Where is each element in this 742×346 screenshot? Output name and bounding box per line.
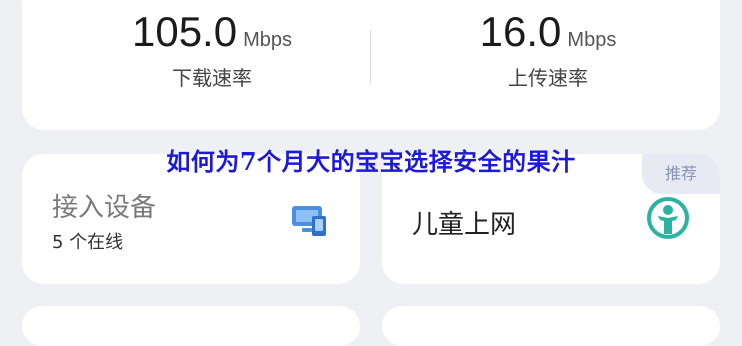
upload-label: 上传速率 bbox=[508, 66, 588, 90]
devices-online-count: 5 个在线 bbox=[52, 232, 124, 253]
bottom-card-right[interactable] bbox=[382, 306, 720, 346]
overlay-title: 如何为7个月大的宝宝选择安全的果汁 bbox=[166, 147, 576, 176]
upload-unit: Mbps bbox=[567, 29, 617, 51]
upload-stat: 16.0 Mbps 上传速率 bbox=[398, 8, 698, 91]
devices-title: 接入设备 bbox=[52, 193, 157, 223]
stat-divider bbox=[370, 30, 371, 84]
devices-icon bbox=[290, 202, 330, 242]
speed-card: 105.0 Mbps 下载速率 16.0 Mbps 上传速率 bbox=[22, 0, 720, 130]
child-icon bbox=[646, 196, 690, 244]
child-mode-title: 儿童上网 bbox=[412, 210, 517, 240]
bottom-card-left[interactable] bbox=[22, 306, 360, 346]
download-stat: 105.0 Mbps 下载速率 bbox=[62, 8, 362, 91]
download-label: 下载速率 bbox=[172, 66, 252, 90]
upload-value: 16.0 bbox=[479, 8, 562, 55]
download-value: 105.0 bbox=[131, 8, 238, 55]
download-unit: Mbps bbox=[243, 29, 292, 51]
